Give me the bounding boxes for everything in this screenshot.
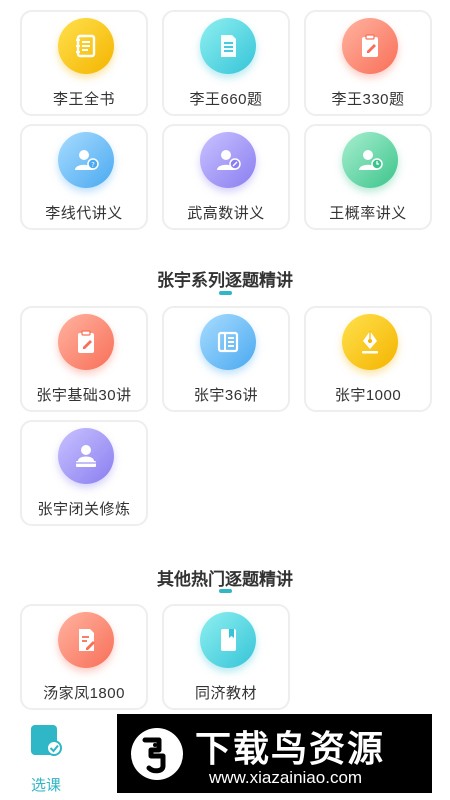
card-label: 李王330题: [331, 91, 405, 108]
nav-item-course-select[interactable]: 选课: [16, 714, 76, 800]
card-label: 张宇闭关修炼: [37, 501, 131, 518]
bird-logo-icon: [131, 728, 183, 780]
card-label: 同济教材: [194, 685, 257, 702]
card-label: 李王全书: [52, 91, 115, 108]
clipboard-edit-icon: [342, 18, 398, 74]
card-wu-gaoshu[interactable]: 武高数讲义: [162, 124, 290, 230]
card-label: 李线代讲义: [45, 205, 123, 222]
book-icon: [200, 612, 256, 668]
card-label: 汤家凤1800: [43, 685, 125, 702]
card-liwang-quanshu[interactable]: 李王全书: [20, 10, 148, 116]
section-underline: [219, 291, 232, 295]
card-tangjiafeng-1800[interactable]: 汤家凤1800: [20, 604, 148, 710]
course-select-icon: [31, 725, 62, 756]
nav-label: 选课: [30, 777, 61, 794]
watermark-url: www.xiazainiao.com: [209, 768, 363, 787]
list-icon: [200, 314, 256, 370]
card-label: 张宇36讲: [193, 387, 259, 404]
section-underline: [219, 589, 232, 593]
svg-text:?: ?: [91, 161, 95, 169]
card-label: 张宇1000: [334, 387, 402, 404]
card-wang-gailv[interactable]: 王概率讲义: [304, 124, 432, 230]
card-zhangyu-30[interactable]: 张宇基础30讲: [20, 306, 148, 412]
card-label: 张宇基础30讲: [36, 387, 132, 404]
watermark-title: 下载鸟资源: [195, 728, 386, 769]
card-tongji-jiaocai[interactable]: 同济教材: [162, 604, 290, 710]
card-zhangyu-1000[interactable]: 张宇1000: [304, 306, 432, 412]
card-li-xiandai[interactable]: ? 李线代讲义: [20, 124, 148, 230]
document-edit-icon: [58, 612, 114, 668]
card-liwang-330[interactable]: 李王330题: [304, 10, 432, 116]
card-label: 王概率讲义: [329, 205, 407, 222]
lecturer-icon: [58, 428, 114, 484]
card-label: 武高数讲义: [187, 205, 265, 222]
document-icon: [200, 18, 256, 74]
section-title: 其他热门逐题精讲: [157, 570, 293, 589]
card-label: 李王660题: [189, 91, 263, 108]
watermark-banner: 下载鸟资源 www.xiazainiao.com: [117, 714, 432, 793]
teacher-icon: ?: [58, 132, 114, 188]
card-liwang-660[interactable]: 李王660题: [162, 10, 290, 116]
notebook-icon: [58, 18, 114, 74]
teacher-icon: [200, 132, 256, 188]
teacher-icon: [342, 132, 398, 188]
clipboard-edit-icon: [58, 314, 114, 370]
card-zhangyu-36[interactable]: 张宇36讲: [162, 306, 290, 412]
card-zhangyu-biguan[interactable]: 张宇闭关修炼: [20, 420, 148, 526]
section-title: 张宇系列逐题精讲: [157, 271, 293, 290]
pen-nib-icon: [342, 314, 398, 370]
